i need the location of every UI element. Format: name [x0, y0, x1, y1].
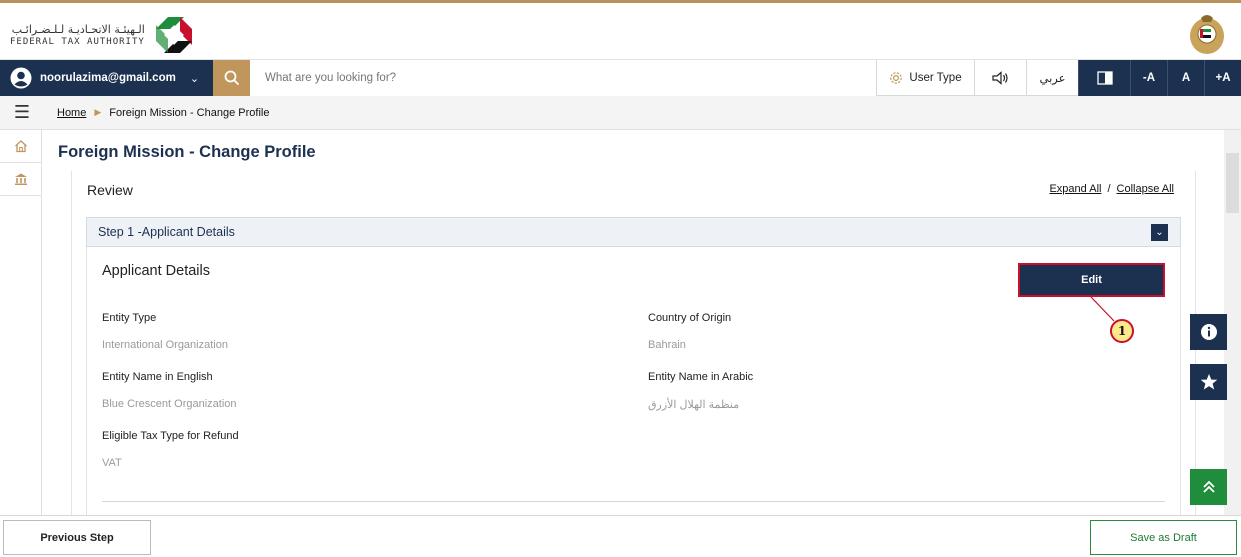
country-of-origin-value: Bahrain — [648, 339, 686, 351]
links-separator: / — [1107, 183, 1111, 195]
entity-name-english-label: Entity Name in English — [102, 371, 213, 383]
breadcrumb-current: Foreign Mission - Change Profile — [109, 106, 270, 119]
entity-type-label: Entity Type — [102, 312, 157, 324]
eligible-tax-type-label: Eligible Tax Type for Refund — [102, 430, 239, 442]
expand-collapse-controls: Expand All / Collapse All — [1049, 183, 1174, 195]
speaker-icon — [991, 71, 1008, 85]
search-icon — [224, 70, 239, 86]
font-decrease-label: -A — [1142, 72, 1156, 84]
previous-step-button[interactable]: Previous Step — [3, 520, 151, 555]
chevron-down-icon[interactable]: ⌄ — [1151, 224, 1168, 241]
language-label: عربي — [1039, 73, 1066, 85]
home-icon — [15, 140, 27, 153]
search-input[interactable] — [250, 60, 876, 96]
uae-emblem-icon — [1190, 15, 1224, 54]
breadcrumb-home-link[interactable]: Home — [57, 107, 86, 119]
font-increase-label: +A — [1215, 72, 1231, 84]
info-icon — [1200, 324, 1217, 340]
scroll-to-top-button[interactable] — [1190, 469, 1227, 505]
font-decrease-button[interactable]: -A — [1130, 60, 1167, 96]
scrollbar-thumb[interactable] — [1226, 153, 1239, 213]
font-normal-label: A — [1181, 72, 1191, 84]
audio-button[interactable] — [974, 60, 1026, 96]
hamburger-menu-icon[interactable]: ☰ — [0, 96, 44, 130]
contrast-icon — [1096, 71, 1113, 85]
user-type-label: User Type — [909, 72, 962, 84]
step-1-label: Step 1 -Applicant Details — [98, 225, 235, 239]
language-toggle[interactable]: عربي — [1026, 60, 1078, 96]
rail-home-button[interactable] — [0, 130, 42, 163]
entity-type-value: International Organization — [102, 339, 228, 351]
user-menu[interactable]: noorulazima@gmail.com ⌄ — [0, 60, 213, 96]
step-1-body — [86, 247, 1181, 515]
country-of-origin-label: Country of Origin — [648, 312, 732, 324]
bank-icon — [15, 173, 27, 185]
entity-name-arabic-value: منظمة الهلال الأزرق — [648, 399, 740, 411]
user-type-button[interactable]: User Type — [876, 60, 974, 96]
user-email: noorulazima@gmail.com — [40, 72, 176, 84]
site-header: الـهيئـة الاتحـاديـة لـلـضـرائـب FEDERAL… — [0, 6, 1241, 60]
star-icon — [1200, 374, 1217, 390]
breadcrumb: ☰ Home ▶ Foreign Mission - Change Profil… — [0, 96, 1241, 130]
edit-button[interactable]: Edit — [1018, 263, 1165, 297]
logo-english-text: FEDERAL TAX AUTHORITY — [10, 36, 145, 47]
section-divider — [102, 501, 1165, 502]
font-increase-button[interactable]: +A — [1204, 60, 1241, 96]
contrast-toggle[interactable] — [1078, 60, 1130, 96]
breadcrumb-separator-icon: ▶ — [94, 107, 102, 118]
review-title: Review — [87, 182, 133, 198]
fta-logo-icon — [155, 17, 192, 53]
app-frame: الـهيئـة الاتحـاديـة لـلـضـرائـب FEDERAL… — [0, 0, 1241, 557]
gear-icon — [890, 72, 903, 84]
eligible-tax-type-value: VAT — [102, 457, 122, 469]
applicant-details-title: Applicant Details — [102, 263, 210, 279]
page-title: Foreign Mission - Change Profile — [58, 143, 316, 161]
info-button[interactable] — [1190, 314, 1227, 350]
rail-services-button[interactable] — [0, 163, 42, 196]
step-1-accordion-header[interactable]: Step 1 -Applicant Details ⌄ — [86, 217, 1181, 247]
fta-logo[interactable]: الـهيئـة الاتحـاديـة لـلـضـرائـب FEDERAL… — [10, 12, 197, 58]
user-avatar-icon — [10, 67, 32, 89]
save-as-draft-button[interactable]: Save as Draft — [1090, 520, 1237, 555]
logo-arabic-text: الـهيئـة الاتحـاديـة لـلـضـرائـب — [11, 22, 145, 36]
left-rail — [0, 130, 42, 515]
double-chevron-up-icon — [1202, 480, 1215, 493]
top-toolbar: noorulazima@gmail.com ⌄ User Type — [0, 60, 1241, 96]
entity-name-english-value: Blue Crescent Organization — [102, 398, 237, 410]
step-callout-badge: 1 — [1110, 319, 1134, 343]
entity-name-arabic-label: Entity Name in Arabic — [648, 371, 754, 383]
search-button[interactable] — [213, 60, 250, 96]
font-normal-button[interactable]: A — [1167, 60, 1204, 96]
favorites-button[interactable] — [1190, 364, 1227, 400]
page-footer: Previous Step Save as Draft — [0, 515, 1241, 557]
chevron-down-icon: ⌄ — [189, 71, 200, 85]
collapse-all-link[interactable]: Collapse All — [1117, 183, 1174, 195]
expand-all-link[interactable]: Expand All — [1049, 183, 1101, 195]
